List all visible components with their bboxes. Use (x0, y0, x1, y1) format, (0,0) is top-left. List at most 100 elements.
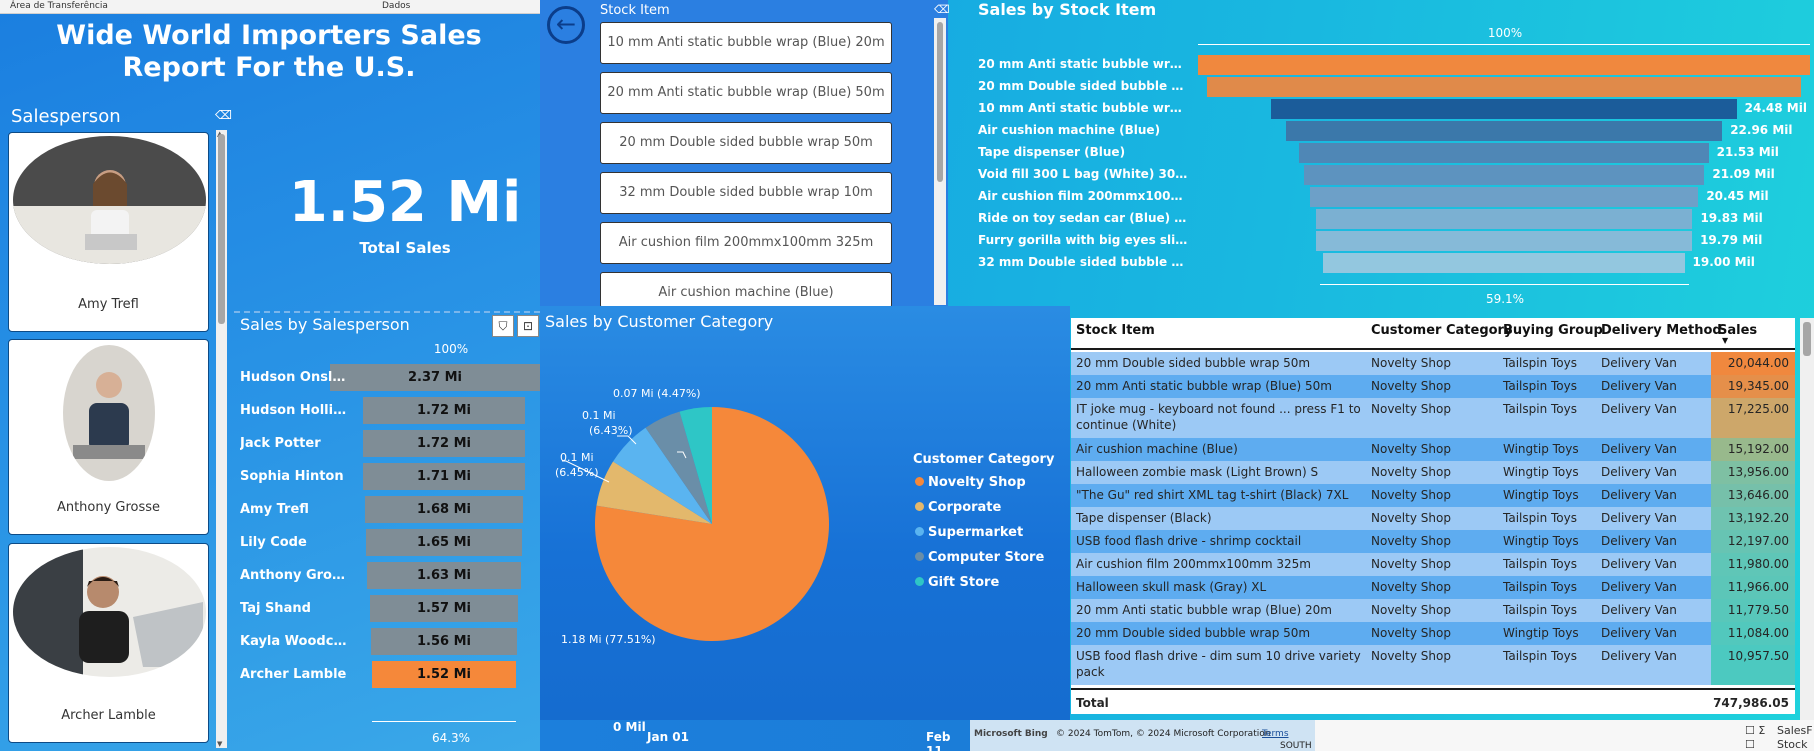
stock-slicer-scrollbar[interactable] (934, 18, 946, 305)
chart-title: Sales by Salesperson (240, 315, 410, 334)
map-visual[interactable]: Microsoft Bing © 2024 TomTom, © 2024 Mic… (970, 720, 1315, 751)
table-row[interactable]: USB food flash drive - dim sum 10 drive … (1071, 645, 1795, 685)
supermarket-value-label: 0.1 Mi (582, 409, 616, 422)
stock-item-bar-row[interactable]: Air cushion machine (Blue) 22.96 Mil (978, 120, 1808, 142)
stock-item-bar-name: Furry gorilla with big eyes slipp... (978, 233, 1188, 247)
salesperson-bar-row[interactable]: Archer Lamble 1.52 Mi (234, 660, 540, 690)
field-checkbox-icon[interactable]: ☐ (1745, 738, 1755, 751)
table-row[interactable]: 20 mm Double sided bubble wrap 50m Novelt… (1071, 622, 1795, 645)
salesperson-bar-row[interactable]: Amy Trefl 1.68 Mi (234, 495, 540, 525)
col-header-delivery-method[interactable]: Delivery Method (1601, 323, 1722, 338)
stock-item-bar-name: Tape dispenser (Blue) (978, 145, 1126, 159)
stock-item-bar[interactable] (1271, 99, 1737, 119)
col-header-stock-item[interactable]: Stock Item (1076, 323, 1155, 338)
cell-customer-category: Novelty Shop (1371, 649, 1451, 663)
stock-slicer-item[interactable]: Air cushion film 200mmx100mm 325m (600, 222, 892, 264)
table-row[interactable]: Halloween skull mask (Gray) XL Novelty Sh… (1071, 576, 1795, 599)
table-scrollbar[interactable] (1800, 318, 1814, 720)
salesperson-bar-row[interactable]: Hudson Onslow 2.37 Mi (234, 363, 540, 393)
stock-item-bar-row[interactable]: Tape dispenser (Blue) 21.53 Mil (978, 142, 1808, 164)
stock-slicer-item[interactable]: 10 mm Anti static bubble wrap (Blue) 20m (600, 22, 892, 64)
total-sales-label: Total Sales (359, 239, 451, 257)
legend-dot-icon (915, 527, 924, 536)
sales-by-salesperson-chart[interactable]: Sales by Salesperson ⛉ ⊡ 100% Hudson Ons… (234, 311, 540, 751)
stock-item-bar[interactable] (1285, 121, 1723, 141)
stock-item-bar[interactable] (1315, 209, 1693, 229)
salesperson-bar-row[interactable]: Taj Shand 1.57 Mi (234, 594, 540, 624)
table-row[interactable]: Halloween zombie mask (Light Brown) S Nov… (1071, 461, 1795, 484)
table-row[interactable]: Air cushion film 200mmx100mm 325m Novelty… (1071, 553, 1795, 576)
legend-item[interactable]: Gift Store (915, 575, 999, 590)
scroll-thumb[interactable] (1803, 322, 1811, 356)
salesperson-bar-row[interactable]: Anthony Grosse 1.63 Mi (234, 561, 540, 591)
salesperson-card[interactable]: Amy Trefl (8, 132, 209, 332)
stock-item-bar-row[interactable]: 10 mm Anti static bubble wrap ... 24.48 M… (978, 98, 1808, 120)
salesperson-bar-row[interactable]: Hudson Hollin... 1.72 Mi (234, 396, 540, 426)
table-row[interactable]: 20 mm Anti static bubble wrap (Blue) 20m… (1071, 599, 1795, 622)
salesperson-bar-row[interactable]: Jack Potter 1.72 Mi (234, 429, 540, 459)
sales-detail-table[interactable]: Stock Item Customer Category Buying Grou… (1071, 318, 1795, 714)
table-row[interactable]: USB food flash drive - shrimp cocktail No… (1071, 530, 1795, 553)
cell-sales: 15,192.00 (1727, 442, 1789, 456)
salesperson-bar-row[interactable]: Kayla Woodcock 1.56 Mi (234, 627, 540, 657)
stock-item-bar-row[interactable]: Ride on toy sedan car (Blue) 1/1... 19.83… (978, 208, 1808, 230)
stock-item-bar[interactable] (1299, 143, 1709, 163)
stock-item-bar[interactable] (1303, 165, 1705, 185)
legend-label: Gift Store (928, 575, 1000, 590)
stock-item-bar[interactable] (1323, 253, 1685, 273)
field-checkbox-icon[interactable]: ☐ Σ (1745, 724, 1765, 737)
cell-delivery-method: Delivery Van (1601, 649, 1677, 663)
cell-buying-group: Tailspin Toys (1503, 402, 1577, 416)
clear-selection-icon[interactable]: ⌫ (934, 3, 950, 16)
stock-slicer-item[interactable]: 20 mm Double sided bubble wrap 50m (600, 122, 892, 164)
stock-item-bar-row[interactable]: 32 mm Double sided bubble wr... 19.00 Mil (978, 252, 1808, 274)
field-item-label[interactable]: SalesF (1777, 724, 1813, 737)
legend-item[interactable]: Novelty Shop (915, 475, 1026, 490)
stock-item-bar-row[interactable]: 20 mm Double sided bubble wr... (978, 76, 1808, 98)
table-row[interactable]: "The Gu" red shirt XML tag t-shirt (Blac… (1071, 484, 1795, 507)
salesperson-bar-value: 1.63 Mi (416, 568, 471, 583)
salesperson-card[interactable]: Archer Lamble (8, 543, 209, 743)
stock-item-bar-row[interactable]: Air cushion film 200mmx100m... 20.45 Mil (978, 186, 1808, 208)
cell-sales: 13,956.00 (1727, 465, 1789, 479)
legend-item[interactable]: Corporate (915, 500, 1001, 515)
salesperson-bar-row[interactable]: Lily Code 1.65 Mi (234, 528, 540, 558)
filter-icon[interactable]: ⛉ (492, 315, 514, 337)
salesperson-scrollbar[interactable]: ▲ ▼ (216, 130, 227, 748)
stock-item-bar[interactable] (1198, 55, 1810, 75)
table-row[interactable]: IT joke mug - keyboard not found ... pre… (1071, 398, 1795, 438)
scroll-thumb[interactable] (218, 134, 225, 324)
field-item-label[interactable]: Stock (1777, 738, 1807, 751)
stock-item-bar[interactable] (1309, 187, 1699, 207)
legend-item[interactable]: Supermarket (915, 525, 1023, 540)
clear-selection-icon[interactable]: ⌫ (215, 108, 232, 122)
stock-slicer-item[interactable]: 20 mm Anti static bubble wrap (Blue) 50m (600, 72, 892, 114)
salesperson-bar-value: 2.37 Mi (408, 370, 462, 385)
legend-item[interactable]: Computer Store (915, 550, 1044, 565)
salesperson-bar-value: 1.65 Mi (416, 535, 471, 550)
scroll-thumb[interactable] (937, 22, 943, 182)
table-row[interactable]: 20 mm Anti static bubble wrap (Blue) 50m… (1071, 375, 1795, 398)
col-header-customer-category[interactable]: Customer Category (1371, 323, 1512, 338)
map-terms-link[interactable]: Terms (1262, 729, 1289, 739)
cell-customer-category: Novelty Shop (1371, 557, 1451, 571)
scroll-down-icon[interactable]: ▼ (217, 740, 222, 748)
table-row[interactable]: Air cushion machine (Blue) Novelty Shop Wi… (1071, 438, 1795, 461)
legend-label: Supermarket (928, 525, 1024, 540)
table-row[interactable]: Tape dispenser (Black) Novelty Shop Tailsp… (1071, 507, 1795, 530)
stock-item-bar[interactable] (1315, 231, 1693, 251)
stock-item-bar-row[interactable]: 20 mm Anti static bubble wrap ... (978, 54, 1810, 76)
stock-item-bar[interactable] (1206, 77, 1802, 97)
table-row[interactable]: 20 mm Double sided bubble wrap 50m Novelt… (1071, 352, 1795, 375)
cell-delivery-method: Delivery Van (1601, 442, 1677, 456)
stock-slicer-item[interactable]: 32 mm Double sided bubble wrap 10m (600, 172, 892, 214)
salesperson-card[interactable]: Anthony Grosse (8, 339, 209, 535)
back-arrow-icon[interactable]: ← (547, 6, 585, 44)
salesperson-bar-row[interactable]: Sophia Hinton 1.71 Mi (234, 462, 540, 492)
col-header-buying-group[interactable]: Buying Group (1503, 323, 1603, 338)
stock-slicer-item[interactable]: Air cushion machine (Blue) (600, 272, 892, 308)
focus-mode-icon[interactable]: ⊡ (517, 315, 539, 337)
stock-item-bar-row[interactable]: Furry gorilla with big eyes slipp... 19.7… (978, 230, 1808, 252)
stock-item-bar-row[interactable]: Void fill 300 L bag (White) 300L 21.09 Mi… (978, 164, 1808, 186)
sort-desc-icon[interactable]: ▼ (1722, 336, 1728, 345)
